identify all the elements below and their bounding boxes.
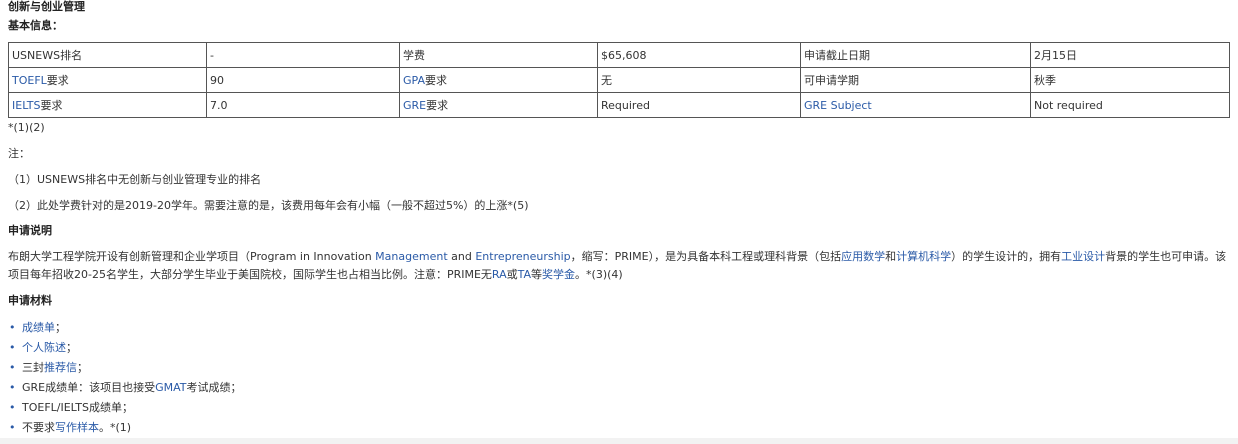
basic-info-label: 基本信息： <box>8 19 63 32</box>
list-item: • 三封推荐信； <box>8 358 1230 378</box>
item-text: GRE成绩单：该项目也接受 <box>22 381 156 394</box>
transcript-link[interactable]: 成绩单 <box>22 321 55 334</box>
desc-text: and <box>447 250 476 263</box>
item-text: 不要求 <box>22 421 55 434</box>
entrepreneurship-link[interactable]: Entrepreneurship <box>475 250 570 263</box>
table-row: IELTS要求 7.0 GRE要求 Required GRE Subject N… <box>8 92 1230 118</box>
note-item: （2）此处学费针对的是2019-20学年。需要注意的是，该费用每年会有小幅（一般… <box>8 199 529 212</box>
list-item: • 个人陈述； <box>8 338 1230 358</box>
cell-text: 学费 <box>403 49 425 62</box>
basic-info-table: USNEWS排名 - 学费 $65,608 申请截止日期 2月15日 TOEFL… <box>8 42 1230 118</box>
application-heading: 申请说明 <box>8 224 52 237</box>
item-text: ； <box>66 341 77 354</box>
list-item: • GRE成绩单：该项目也接受GMAT考试成绩； <box>8 378 1230 398</box>
table-references: *(1)(2) <box>8 121 45 134</box>
table-row: USNEWS排名 - 学费 $65,608 申请截止日期 2月15日 <box>8 42 1230 68</box>
cell-text: 要求 <box>40 99 63 112</box>
bullet-icon: • <box>9 341 16 354</box>
table-cell: 秋季 <box>1030 67 1230 93</box>
desc-text: 等 <box>531 268 543 281</box>
gre-link[interactable]: GRE <box>403 99 426 112</box>
bullet-icon: • <box>9 361 16 374</box>
item-text: TOEFL/IELTS成绩单； <box>22 401 133 414</box>
cell-text: 90 <box>210 73 224 87</box>
table-cell: 90 <box>206 67 400 93</box>
table-cell: Required <box>597 92 801 118</box>
scholarship-link[interactable]: 奖学金 <box>542 268 575 281</box>
note-item: （1）USNEWS排名中无创新与创业管理专业的排名 <box>8 173 262 186</box>
cell-text: 7.0 <box>210 98 228 112</box>
table-row: TOEFL要求 90 GPA要求 无 可申请学期 秋季 <box>8 67 1230 93</box>
table-cell: GRE要求 <box>399 92 598 118</box>
item-text: 。*(1) <box>99 421 132 434</box>
table-cell: 无 <box>597 67 801 93</box>
ielts-link[interactable]: IELTS <box>12 99 41 112</box>
writing-sample-link[interactable]: 写作样本 <box>55 421 99 434</box>
item-text: ； <box>77 361 88 374</box>
table-cell: USNEWS排名 <box>8 42 207 68</box>
list-item: • TOEFL/IELTS成绩单； <box>8 398 1230 418</box>
bottom-bar <box>0 438 1238 444</box>
bullet-icon: • <box>9 381 16 394</box>
industrial-design-link[interactable]: 工业设计 <box>1061 250 1105 263</box>
materials-heading: 申请材料 <box>8 294 52 307</box>
management-link[interactable]: Management <box>375 250 447 263</box>
desc-text: 。*(3)(4) <box>575 268 623 281</box>
computer-science-link[interactable]: 计算机科学 <box>896 250 951 263</box>
list-item: • 成绩单； <box>8 318 1230 338</box>
table-cell: $65,608 <box>597 42 801 68</box>
table-cell: IELTS要求 <box>8 92 207 118</box>
bullet-icon: • <box>9 321 16 334</box>
table-cell: GRE Subject <box>800 92 1031 118</box>
desc-text: 或 <box>506 268 518 281</box>
table-cell: TOEFL要求 <box>8 67 207 93</box>
notes-heading: 注： <box>8 147 30 160</box>
table-cell: 学费 <box>399 42 598 68</box>
cell-text: Required <box>601 98 650 112</box>
cell-text: - <box>210 48 214 62</box>
cell-text: 无 <box>601 74 612 87</box>
ra-link[interactable]: RA <box>492 268 507 281</box>
item-text: ； <box>55 321 66 334</box>
item-text: 考试成绩； <box>186 381 242 394</box>
applied-math-link[interactable]: 应用数学 <box>841 250 885 263</box>
table-cell: GPA要求 <box>399 67 598 93</box>
table-cell: 2月15日 <box>1030 42 1230 68</box>
table-cell: Not required <box>1030 92 1230 118</box>
cell-text: 要求 <box>424 74 447 87</box>
cell-text: USNEWS排名 <box>12 49 83 62</box>
item-text: 三封 <box>22 361 44 374</box>
desc-text: 布朗大学工程学院开设有创新管理和企业学项目（Program in Innovat… <box>8 250 376 263</box>
table-cell: 申请截止日期 <box>800 42 1031 68</box>
cell-text: 申请截止日期 <box>804 49 870 62</box>
page-content: 创新与创业管理 基本信息： USNEWS排名 - 学费 $65,608 申请截止… <box>0 0 1238 438</box>
table-cell: - <box>206 42 400 68</box>
list-item: • 不要求写作样本。*(1) <box>8 418 1230 438</box>
application-description: 布朗大学工程学院开设有创新管理和企业学项目（Program in Innovat… <box>8 248 1230 284</box>
bullet-icon: • <box>9 401 16 414</box>
bullet-icon: • <box>9 421 16 434</box>
personal-statement-link[interactable]: 个人陈述 <box>22 341 66 354</box>
gre-subject-link[interactable]: GRE Subject <box>804 99 872 112</box>
program-title: 创新与创业管理 <box>8 0 85 13</box>
ta-link[interactable]: TA <box>518 268 531 281</box>
materials-list: • 成绩单； • 个人陈述； • 三封推荐信； • GRE成绩单：该项目也接受GMAT考… <box>8 318 1230 438</box>
cell-text: 可申请学期 <box>804 74 859 87</box>
toefl-link[interactable]: TOEFL <box>12 74 47 87</box>
cell-text: 要求 <box>426 99 449 112</box>
cell-text: 2月15日 <box>1034 49 1077 62</box>
desc-text: ，缩写：PRIME），是为具备本科工程或理科背景（包括 <box>570 250 842 263</box>
cell-text: 秋季 <box>1034 74 1056 87</box>
cell-text: 要求 <box>46 74 69 87</box>
desc-text: 和 <box>885 250 897 263</box>
cell-text: Not required <box>1034 98 1103 112</box>
desc-text: ）的学生设计的，拥有 <box>951 250 1062 263</box>
gpa-link[interactable]: GPA <box>403 74 425 87</box>
table-cell: 7.0 <box>206 92 400 118</box>
table-cell: 可申请学期 <box>800 67 1031 93</box>
gmat-link[interactable]: GMAT <box>155 381 186 394</box>
recommendation-letter-link[interactable]: 推荐信 <box>44 361 77 374</box>
cell-text: $65,608 <box>601 48 647 62</box>
